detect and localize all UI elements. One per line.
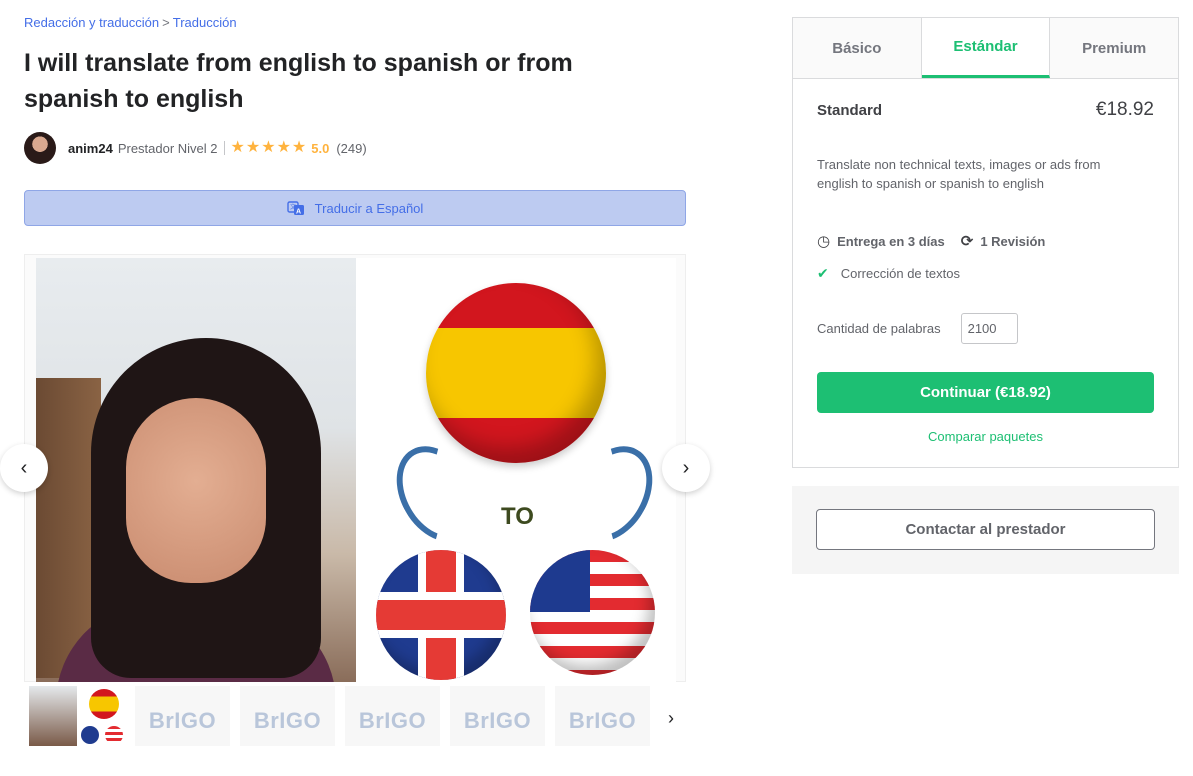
contact-section: Contactar al prestador <box>792 486 1179 574</box>
thumbnail[interactable]: BrIGO <box>240 686 335 746</box>
chevron-right-icon: › <box>682 456 690 479</box>
delivery-time: Entrega en 3 días <box>837 233 945 249</box>
star-icon: ★ <box>276 139 291 156</box>
breadcrumb-subcategory-link[interactable]: Traducción <box>173 15 237 30</box>
divider <box>223 141 225 155</box>
thumbnail-logo: BrIGO <box>463 708 532 733</box>
package-panel: Básico Estándar Premium Standard €18.92 … <box>792 17 1179 468</box>
breadcrumb: Redacción y traducción > Traducción <box>24 15 237 30</box>
package-price: €18.92 <box>1095 99 1154 120</box>
clock-icon: ◷ <box>817 233 831 250</box>
uk-flag-icon <box>376 550 506 680</box>
translate-button[interactable]: A文 Traducir a Español <box>24 190 686 226</box>
package-tabs: Básico Estándar Premium <box>793 18 1178 79</box>
thumbnail[interactable]: BrIGO <box>135 686 230 746</box>
star-icon: ★ <box>230 139 245 156</box>
package-header: Standard €18.92 <box>817 99 1154 121</box>
thumbnail[interactable] <box>29 686 125 746</box>
star-icon: ★ <box>291 139 307 156</box>
svg-text:A: A <box>296 209 301 216</box>
thumbnail-logo: BrIGO <box>358 708 427 733</box>
image-text: TO <box>501 503 534 530</box>
package-meta: ◷ Entrega en 3 días ⟳ 1 Revisión <box>817 232 1045 250</box>
gallery-next-button[interactable]: › <box>662 444 710 492</box>
revisions-count: 1 Revisión <box>980 233 1046 249</box>
chevron-left-icon: ‹ <box>20 456 28 479</box>
tab-standard[interactable]: Estándar <box>921 18 1051 78</box>
translate-icon: A文 <box>286 199 305 217</box>
spain-flag-icon <box>426 283 606 463</box>
tab-premium[interactable]: Premium <box>1050 18 1178 78</box>
check-icon: ✔ <box>817 265 829 281</box>
star-icon: ★ <box>261 139 276 156</box>
seller-overview: anim24 Prestador Nivel 2 ★ ★ ★ ★ ★ 5.0 (… <box>24 132 367 164</box>
feature-label: Corrección de textos <box>840 266 960 281</box>
thumbnails-next-button[interactable]: › <box>668 708 674 729</box>
thumbnail[interactable]: BrIGO <box>345 686 440 746</box>
package-description: Translate non technical texts, images or… <box>817 157 1101 191</box>
svg-text:文: 文 <box>290 203 296 211</box>
compare-packages-link[interactable]: Comparar paquetes <box>793 429 1178 444</box>
translate-label: Traducir a Español <box>314 200 424 216</box>
seller-username[interactable]: anim24 <box>68 141 113 156</box>
breadcrumb-separator: > <box>162 15 170 30</box>
flags-illustration: TO <box>356 258 676 682</box>
gig-title: I will translate from english to spanish… <box>24 49 573 113</box>
quantity-row: Cantidad de palabras <box>817 313 1018 344</box>
continue-button[interactable]: Continuar (€18.92) <box>817 372 1154 413</box>
tab-basic[interactable]: Básico <box>793 18 922 78</box>
refresh-icon: ⟳ <box>960 233 974 250</box>
star-icon: ★ <box>245 139 261 156</box>
us-flag-icon <box>530 550 655 675</box>
breadcrumb-category-link[interactable]: Redacción y traducción <box>24 15 159 30</box>
contact-seller-button[interactable]: Contactar al prestador <box>816 509 1155 550</box>
package-name: Standard <box>817 101 883 119</box>
package-feature: ✔ Corrección de textos <box>817 265 960 282</box>
quantity-label: Cantidad de palabras <box>817 321 941 336</box>
seller-level: Prestador Nivel 2 <box>117 140 218 156</box>
thumbnail-logo: BrIGO <box>568 708 637 733</box>
seller-avatar[interactable] <box>24 132 56 164</box>
gallery-thumbnails: BrIGO BrIGO BrIGO BrIGO BrIGO <box>29 686 650 746</box>
thumbnail[interactable]: BrIGO <box>450 686 545 746</box>
gig-image-gallery: TO <box>24 254 686 682</box>
review-count[interactable]: (249) <box>336 141 366 156</box>
thumbnail-logo: BrIGO <box>148 708 217 733</box>
curved-arrow-icon <box>555 431 669 557</box>
thumbnail[interactable]: BrIGO <box>555 686 650 746</box>
chevron-right-icon: › <box>668 708 674 728</box>
seller-photo <box>36 258 356 682</box>
word-count-input[interactable] <box>960 313 1018 344</box>
rating-score: 5.0 <box>311 140 330 156</box>
thumbnail-logo: BrIGO <box>253 708 322 733</box>
gallery-prev-button[interactable]: ‹ <box>0 444 48 492</box>
